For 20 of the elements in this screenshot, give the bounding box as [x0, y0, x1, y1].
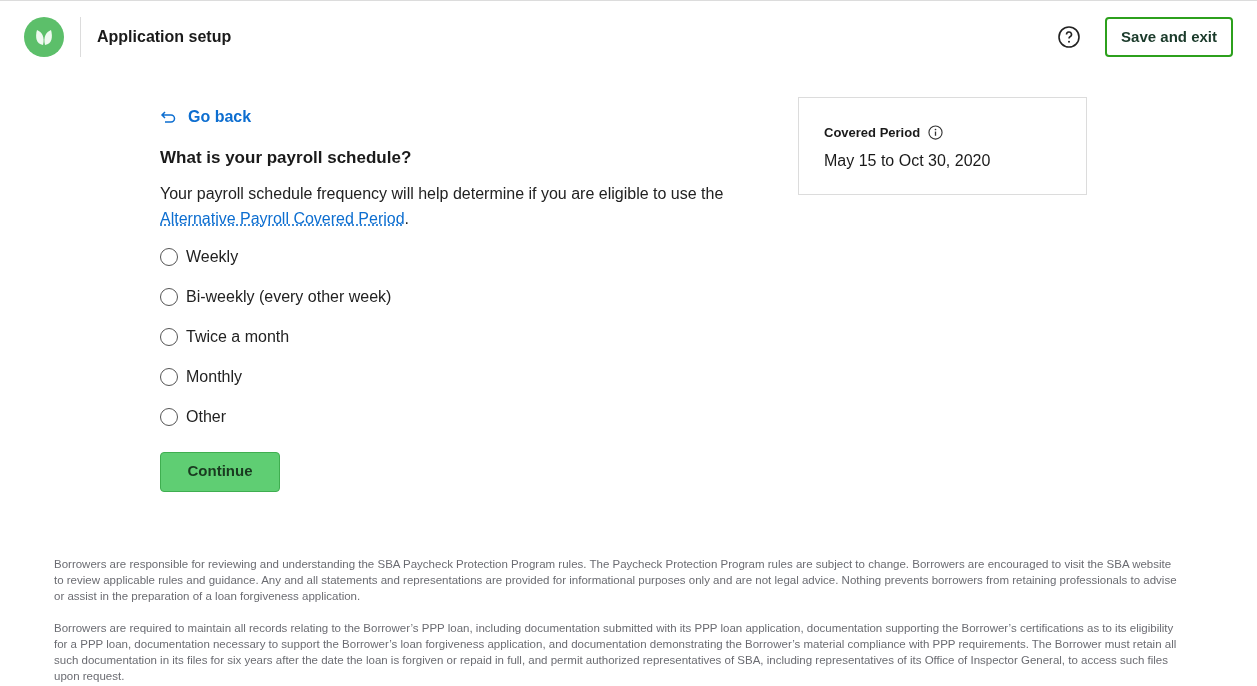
- description-text: Your payroll schedule frequency will help determine if you are eligible to use the Alternative Payroll Covered Period.: [160, 183, 725, 229]
- option-label: Other: [186, 406, 226, 427]
- leaf-logo-icon: [24, 17, 64, 57]
- return-arrow-icon: [160, 109, 176, 125]
- card-label: Covered Period: [824, 124, 921, 142]
- covered-period-link[interactable]: Alternative Payroll Covered Period: [160, 209, 405, 227]
- page-title: Application setup: [97, 27, 232, 47]
- option-label: Monthly: [186, 366, 243, 387]
- continue-button[interactable]: Continue: [160, 451, 280, 492]
- covered-period-dates: May 15 to Oct 30, 2020: [824, 150, 992, 171]
- info-icon[interactable]: [928, 125, 944, 141]
- go-back-link[interactable]: Go back: [160, 105, 780, 129]
- disclaimer-text: Borrowers are required to maintain all records relating to the Borrower’s PPP loan, including documentation submitted with its PPP loan application, documentation supporting the Borrower’s certifications as to its eligibility for a PPP loan, documentation necessary to support the Borrower’s loan forgiveness application, and documentation demonstrating the Borrower’s material compliance with PPP requirements. The Borrower must retain all such documentation in its files for six years after the date the loan is forgiven or repaid in full, and permit authorized representatives of SBA, including representatives of its Office of Inspector General, to access such files upon request.: [54, 620, 1178, 684]
- save-and-exit-button[interactable]: Save and exit: [1105, 17, 1233, 57]
- option-label: Weekly: [186, 246, 239, 267]
- option-label: Twice a month: [186, 326, 290, 347]
- question-heading: What is your payroll schedule?: [160, 147, 413, 169]
- disclaimer-text: Borrowers are responsible for reviewing and understanding the SBA Paycheck Protection Program rules. The Paycheck Protection Program rules are subject to change. Borrowers are encouraged to visit the SBA website to review applicable rules and guidance. Any and all statements and representations are provided for informational purposes only and are not legal advice. Nothing prevents borrowers from retaining professionals to advise or assist in the preparation of a loan forgiveness application.: [54, 556, 1178, 604]
- help-icon[interactable]: [1057, 25, 1082, 49]
- option-label: Bi-weekly (every other week): [186, 286, 392, 307]
